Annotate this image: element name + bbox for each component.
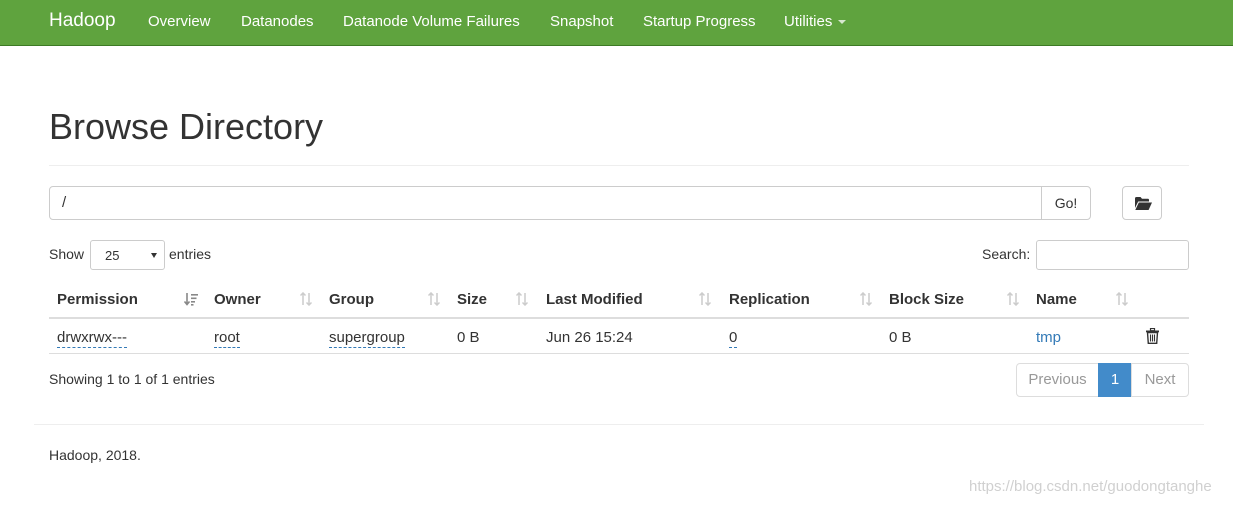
entries-label: entries [169,246,212,262]
sort-both-icon[interactable] [1006,292,1020,306]
cell-permission[interactable]: drwxrwx--- [57,329,127,348]
pagination-previous-button[interactable]: Previous [1016,363,1099,397]
sort-both-icon[interactable] [299,292,313,306]
top-navbar: Hadoop Overview Datanodes Datanode Volum… [0,0,1233,46]
cell-replication[interactable]: 0 [729,329,738,348]
sort-both-icon[interactable] [698,292,712,306]
page-title: Browse Directory [49,106,324,147]
entries-select-value: 25 [105,248,120,263]
trash-icon[interactable] [1146,328,1159,344]
sort-both-icon[interactable] [515,292,529,306]
cell-owner[interactable]: root [214,329,240,348]
watermark-text: https://blog.csdn.net/guodongtanghe [969,478,1212,495]
cell-size: 0 B [457,329,480,346]
column-header-group[interactable]: Group [329,291,374,308]
entries-per-page-select[interactable]: 25 [90,240,165,270]
nav-overview[interactable]: Overview [148,13,211,30]
show-label: Show [49,246,85,262]
table-info-text: Showing 1 to 1 of 1 entries [49,371,215,387]
cell-group[interactable]: supergroup [329,329,405,348]
table-header-divider [49,317,1189,319]
sort-both-icon[interactable] [1115,292,1129,306]
nav-utilities-dropdown[interactable]: Utilities [784,13,847,30]
column-header-block-size[interactable]: Block Size [889,291,964,308]
column-header-owner[interactable]: Owner [214,291,261,308]
column-header-name[interactable]: Name [1036,291,1077,308]
cell-block-size: 0 B [889,329,912,346]
go-button[interactable]: Go! [1041,186,1091,220]
search-input[interactable] [1036,240,1189,270]
nav-snapshot[interactable]: Snapshot [550,13,613,30]
caret-down-icon [838,20,847,25]
folder-open-icon [1135,197,1152,210]
column-header-last-modified[interactable]: Last Modified [546,291,643,308]
column-header-permission[interactable]: Permission [57,291,138,308]
nav-startup-progress[interactable]: Startup Progress [643,13,756,30]
create-directory-button[interactable] [1122,186,1162,220]
nav-datanodes[interactable]: Datanodes [241,13,314,30]
title-divider [49,165,1189,166]
footer-text: Hadoop, 2018. [49,447,141,463]
pagination-next-button[interactable]: Next [1131,363,1189,397]
cell-last-modified: Jun 26 15:24 [546,329,633,346]
table-row-divider [49,353,1189,354]
pagination-page-1[interactable]: 1 [1098,363,1132,397]
column-header-size[interactable]: Size [457,291,487,308]
search-label: Search: [982,246,1031,262]
sort-ascending-icon[interactable] [184,292,199,306]
sort-both-icon[interactable] [859,292,873,306]
column-header-replication[interactable]: Replication [729,291,810,308]
sort-both-icon[interactable] [427,292,441,306]
nav-utilities-label: Utilities [784,13,833,30]
footer-divider [34,424,1204,425]
brand-link[interactable]: Hadoop [49,10,116,32]
nav-datanode-volume-failures[interactable]: Datanode Volume Failures [343,13,520,30]
directory-path-input[interactable]: / [49,186,1042,220]
select-arrow-icon [151,253,157,258]
cell-name-link[interactable]: tmp [1036,329,1061,346]
